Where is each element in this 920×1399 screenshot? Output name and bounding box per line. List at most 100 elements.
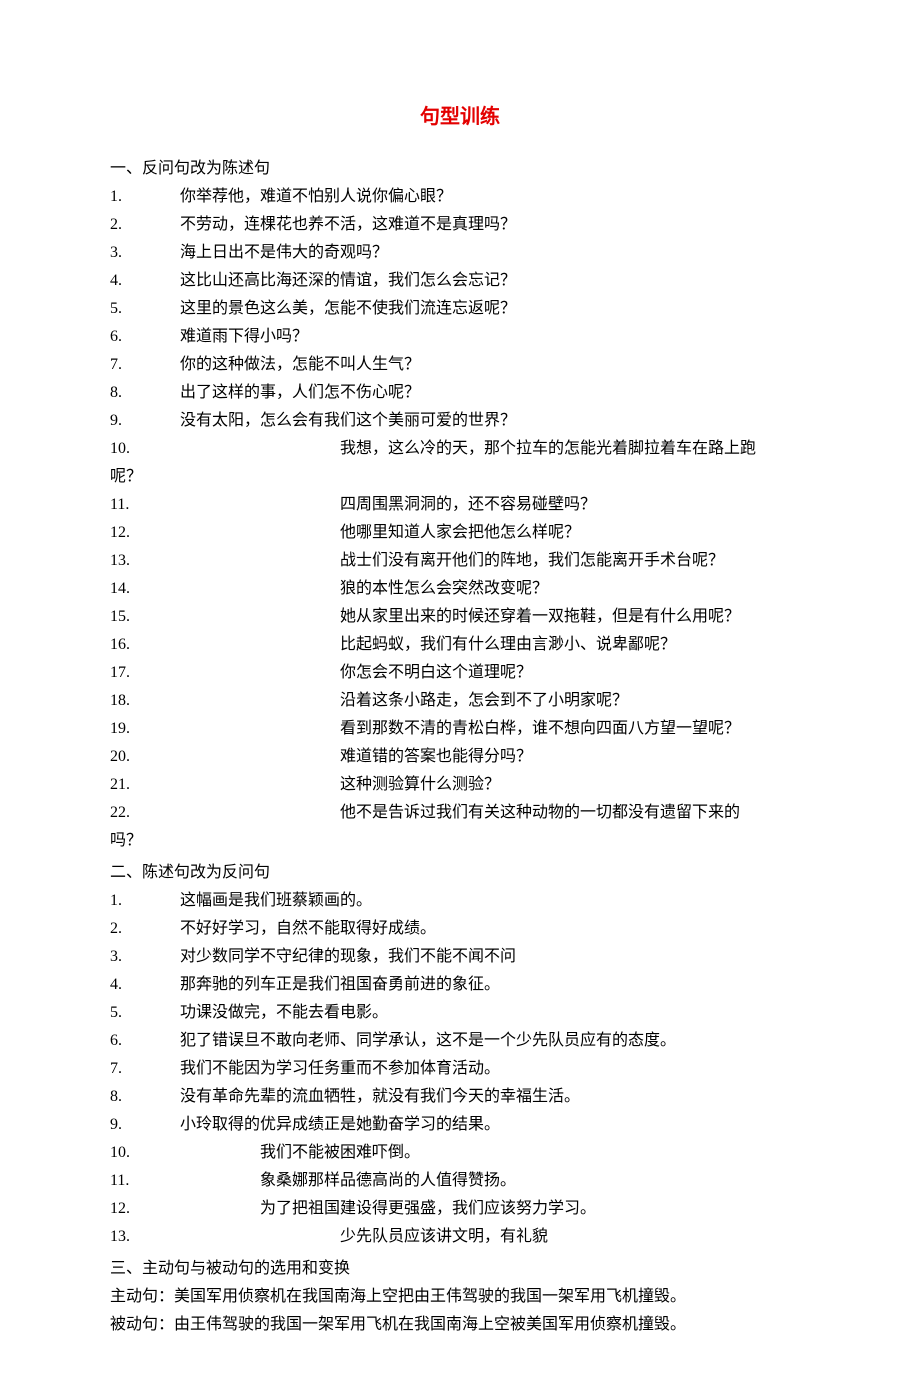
list-item: 11.象桑娜那样品德高尚的人值得赞扬。 bbox=[110, 1167, 810, 1195]
item-number: 5. bbox=[110, 295, 180, 323]
item-number: 20. bbox=[110, 743, 340, 771]
item-number: 7. bbox=[110, 1055, 180, 1083]
list-item: 4.那奔驰的列车正是我们祖国奋勇前进的象征。 bbox=[110, 971, 810, 999]
list-item: 7.我们不能因为学习任务重而不参加体育活动。 bbox=[110, 1055, 810, 1083]
item-number: 4. bbox=[110, 971, 180, 999]
list-item: 6.难道雨下得小吗？ bbox=[110, 323, 810, 351]
item-number: 4. bbox=[110, 267, 180, 295]
item-text: 那奔驰的列车正是我们祖国奋勇前进的象征。 bbox=[180, 971, 810, 999]
item-text: 这里的景色这么美，怎能不使我们流连忘返呢？ bbox=[180, 295, 810, 323]
document-title: 句型训练 bbox=[110, 100, 810, 135]
section-2-list-a: 1.这幅画是我们班蔡颖画的。2.不好好学习，自然不能取得好成绩。3.对少数同学不… bbox=[110, 887, 810, 1139]
list-item: 21.这种测验算什么测验？ bbox=[110, 771, 810, 799]
item-text: 狼的本性怎么会突然改变呢？ bbox=[340, 575, 810, 603]
item-number: 19. bbox=[110, 715, 340, 743]
list-item: 8.没有革命先辈的流血牺牲，就没有我们今天的幸福生活。 bbox=[110, 1083, 810, 1111]
item-text: 不好好学习，自然不能取得好成绩。 bbox=[180, 915, 810, 943]
item-text-continuation: 呢？ bbox=[110, 463, 810, 491]
item-text: 战士们没有离开他们的阵地，我们怎能离开手术台呢？ bbox=[340, 547, 810, 575]
list-item: 16.比起蚂蚁，我们有什么理由言渺小、说卑鄙呢？ bbox=[110, 631, 810, 659]
item-text: 难道错的答案也能得分吗？ bbox=[340, 743, 810, 771]
list-item: 5.功课没做完，不能去看电影。 bbox=[110, 999, 810, 1027]
item-number: 2. bbox=[110, 915, 180, 943]
list-item: 3.对少数同学不守纪律的现象，我们不能不闻不问 bbox=[110, 943, 810, 971]
list-item: 8.出了这样的事，人们怎不伤心呢？ bbox=[110, 379, 810, 407]
item-text: 没有革命先辈的流血牺牲，就没有我们今天的幸福生活。 bbox=[180, 1083, 810, 1111]
item-text: 海上日出不是伟大的奇观吗？ bbox=[180, 239, 810, 267]
item-text: 我们不能被困难吓倒。 bbox=[260, 1139, 810, 1167]
item-number: 22. bbox=[110, 799, 340, 827]
item-text: 比起蚂蚁，我们有什么理由言渺小、说卑鄙呢？ bbox=[340, 631, 810, 659]
item-number: 5. bbox=[110, 999, 180, 1027]
item-number: 3. bbox=[110, 239, 180, 267]
item-text: 小玲取得的优异成绩正是她勤奋学习的结果。 bbox=[180, 1111, 810, 1139]
item-text: 我想，这么冷的天，那个拉车的怎能光着脚拉着车在路上跑 bbox=[340, 435, 810, 463]
item-number: 2. bbox=[110, 211, 180, 239]
item-text-continuation: 吗？ bbox=[110, 827, 810, 855]
item-text: 对少数同学不守纪律的现象，我们不能不闻不问 bbox=[180, 943, 810, 971]
list-item: 13. 少先队员应该讲文明，有礼貌 bbox=[110, 1223, 810, 1251]
item-number: 9. bbox=[110, 407, 180, 435]
list-item: 14.狼的本性怎么会突然改变呢？ bbox=[110, 575, 810, 603]
item-number: 14. bbox=[110, 575, 340, 603]
item-text: 犯了错误旦不敢向老师、同学承认，这不是一个少先队员应有的态度。 bbox=[180, 1027, 810, 1055]
item-number: 3. bbox=[110, 943, 180, 971]
item-number: 13. bbox=[110, 1223, 340, 1251]
list-item: 18.沿着这条小路走，怎会到不了小明家呢？ bbox=[110, 687, 810, 715]
item-number: 18. bbox=[110, 687, 340, 715]
item-number: 16. bbox=[110, 631, 340, 659]
item-number: 11. bbox=[110, 1167, 260, 1195]
item-number: 15. bbox=[110, 603, 340, 631]
item-text: 象桑娜那样品德高尚的人值得赞扬。 bbox=[260, 1167, 810, 1195]
item-text: 你举荐他，难道不怕别人说你偏心眼？ bbox=[180, 183, 810, 211]
list-item: 7.你的这种做法，怎能不叫人生气？ bbox=[110, 351, 810, 379]
list-item: 15.她从家里出来的时候还穿着一双拖鞋，但是有什么用呢？ bbox=[110, 603, 810, 631]
item-number: 21. bbox=[110, 771, 340, 799]
item-text: 她从家里出来的时候还穿着一双拖鞋，但是有什么用呢？ bbox=[340, 603, 810, 631]
list-item: 4.这比山还高比海还深的情谊，我们怎么会忘记？ bbox=[110, 267, 810, 295]
list-item: 13.战士们没有离开他们的阵地，我们怎能离开手术台呢？ bbox=[110, 547, 810, 575]
item-text: 我们不能因为学习任务重而不参加体育活动。 bbox=[180, 1055, 810, 1083]
list-item: 2.不好好学习，自然不能取得好成绩。 bbox=[110, 915, 810, 943]
item-number: 10. bbox=[110, 435, 340, 463]
item-text: 没有太阳，怎么会有我们这个美丽可爱的世界？ bbox=[180, 407, 810, 435]
section-1-list-a: 1.你举荐他，难道不怕别人说你偏心眼？2.不劳动，连棵花也养不活，这难道不是真理… bbox=[110, 183, 810, 435]
list-item: 12.为了把祖国建设得更强盛，我们应该努力学习。 bbox=[110, 1195, 810, 1223]
section-2-header: 二、陈述句改为反问句 bbox=[110, 859, 810, 887]
item-number: 9. bbox=[110, 1111, 180, 1139]
item-text: 他不是告诉过我们有关这种动物的一切都没有遗留下来的 bbox=[340, 799, 810, 827]
item-number: 8. bbox=[110, 379, 180, 407]
item-text: 出了这样的事，人们怎不伤心呢？ bbox=[180, 379, 810, 407]
item-number: 7. bbox=[110, 351, 180, 379]
section-2-list-b: 10.我们不能被困难吓倒。11.象桑娜那样品德高尚的人值得赞扬。12.为了把祖国… bbox=[110, 1139, 810, 1223]
list-item: 1.你举荐他，难道不怕别人说你偏心眼？ bbox=[110, 183, 810, 211]
list-item: 1.这幅画是我们班蔡颖画的。 bbox=[110, 887, 810, 915]
list-item: 20.难道错的答案也能得分吗？ bbox=[110, 743, 810, 771]
active-sentence: 主动句：美国军用侦察机在我国南海上空把由王伟驾驶的我国一架军用飞机撞毁。 bbox=[110, 1283, 810, 1311]
item-text: 沿着这条小路走，怎会到不了小明家呢？ bbox=[340, 687, 810, 715]
list-item: 3.海上日出不是伟大的奇观吗？ bbox=[110, 239, 810, 267]
item-text: 你怎会不明白这个道理呢？ bbox=[340, 659, 810, 687]
item-text: 这幅画是我们班蔡颖画的。 bbox=[180, 887, 810, 915]
item-number: 17. bbox=[110, 659, 340, 687]
item-number: 11. bbox=[110, 491, 340, 519]
item-text: 功课没做完，不能去看电影。 bbox=[180, 999, 810, 1027]
list-item: 10. 我想，这么冷的天，那个拉车的怎能光着脚拉着车在路上跑 bbox=[110, 435, 810, 463]
item-text: 难道雨下得小吗？ bbox=[180, 323, 810, 351]
section-1-header: 一、反问句改为陈述句 bbox=[110, 155, 810, 183]
item-number: 12. bbox=[110, 519, 340, 547]
item-text: 少先队员应该讲文明，有礼貌 bbox=[340, 1223, 810, 1251]
list-item: 10.我们不能被困难吓倒。 bbox=[110, 1139, 810, 1167]
item-number: 10. bbox=[110, 1139, 260, 1167]
item-number: 6. bbox=[110, 323, 180, 351]
item-text: 四周围黑洞洞的，还不容易碰壁吗？ bbox=[340, 491, 810, 519]
list-item: 17.你怎会不明白这个道理呢？ bbox=[110, 659, 810, 687]
list-item: 6.犯了错误旦不敢向老师、同学承认，这不是一个少先队员应有的态度。 bbox=[110, 1027, 810, 1055]
list-item: 9.没有太阳，怎么会有我们这个美丽可爱的世界？ bbox=[110, 407, 810, 435]
item-number: 6. bbox=[110, 1027, 180, 1055]
item-number: 13. bbox=[110, 547, 340, 575]
item-text: 这比山还高比海还深的情谊，我们怎么会忘记？ bbox=[180, 267, 810, 295]
item-text: 这种测验算什么测验？ bbox=[340, 771, 810, 799]
item-number: 12. bbox=[110, 1195, 260, 1223]
list-item: 19.看到那数不清的青松白桦，谁不想向四面八方望一望呢？ bbox=[110, 715, 810, 743]
